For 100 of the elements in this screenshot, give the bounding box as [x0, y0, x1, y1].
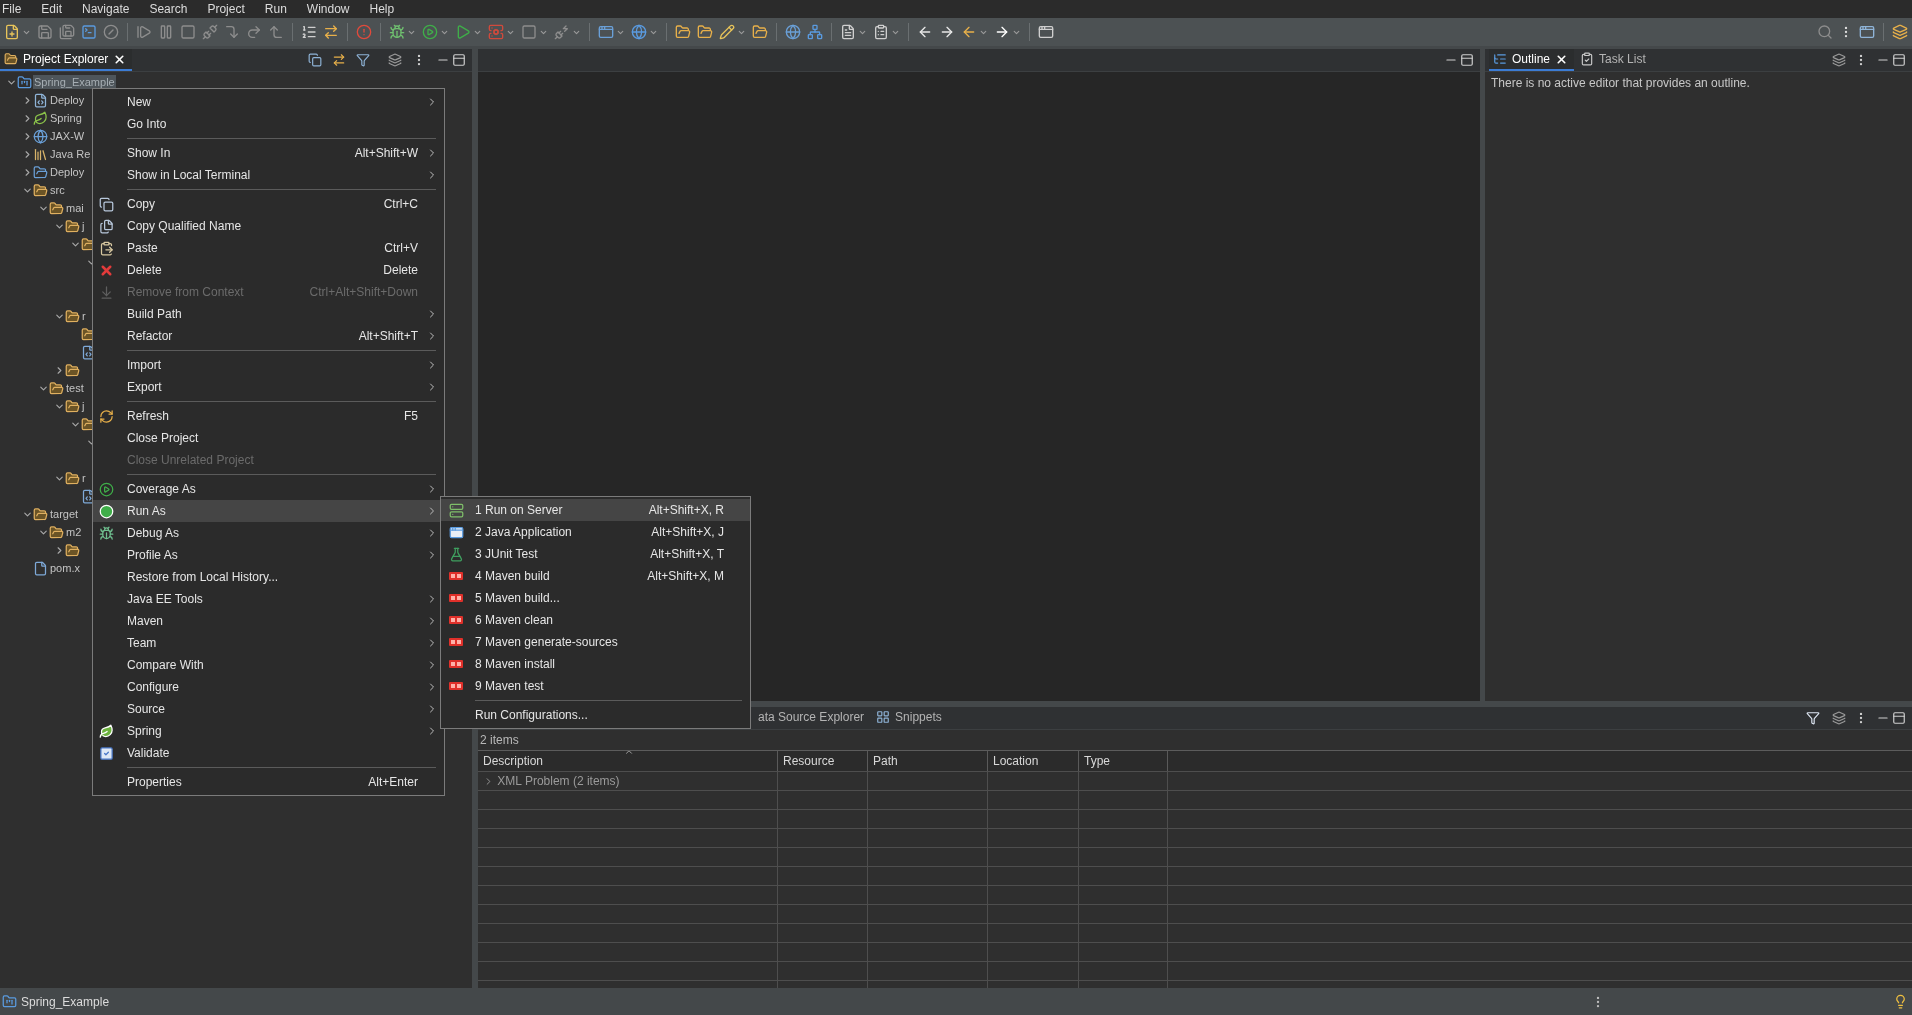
column-header[interactable]: Resource: [778, 751, 868, 771]
tree-item[interactable]: JAX-W: [49, 129, 86, 143]
save-icon[interactable]: [37, 24, 53, 40]
tree-item[interactable]: j: [81, 219, 86, 233]
menu-item[interactable]: 2 Java Application Alt+Shift+X, J: [441, 521, 750, 543]
collapse-all-icon[interactable]: [308, 53, 322, 67]
menu-item[interactable]: Refactor Alt+Shift+T: [93, 325, 444, 347]
menu-item[interactable]: Compare With: [93, 654, 444, 676]
skip-breakpoints-icon[interactable]: [103, 24, 119, 40]
tree-item[interactable]: target: [49, 507, 80, 521]
new-window-icon[interactable]: [598, 24, 614, 40]
folder-open-icon[interactable]: [675, 24, 691, 40]
menu-item[interactable]: Build Path: [93, 303, 444, 325]
play-icon[interactable]: [455, 24, 471, 40]
window-icon[interactable]: [1859, 24, 1875, 40]
step-into-icon[interactable]: [224, 24, 240, 40]
view-tab[interactable]: ata Source Explorer: [754, 707, 871, 729]
resume-icon[interactable]: [136, 24, 152, 40]
maximize-icon[interactable]: [1460, 53, 1474, 67]
layers-icon[interactable]: [1892, 24, 1908, 40]
menu-bar-item[interactable]: Search: [149, 2, 188, 16]
globe-icon[interactable]: [785, 24, 801, 40]
menu-item[interactable]: Java EE Tools: [93, 588, 444, 610]
menu-item[interactable]: Maven: [93, 610, 444, 632]
list-icon[interactable]: [301, 24, 317, 40]
swap-arrows-icon[interactable]: [323, 24, 339, 40]
filter-icon[interactable]: [356, 53, 370, 67]
column-header[interactable]: Type: [1079, 751, 1168, 771]
menu-bar-item[interactable]: Edit: [41, 2, 63, 16]
menu-item[interactable]: 9 Maven test: [441, 675, 750, 697]
menu-item[interactable]: Import: [93, 354, 444, 376]
menu-item[interactable]: Show In Alt+Shift+W: [93, 142, 444, 164]
view-menu-icon[interactable]: [1832, 711, 1846, 725]
view-tab[interactable]: Outline: [1489, 49, 1575, 71]
tree-item[interactable]: mai: [65, 201, 85, 215]
view-tab[interactable]: Snippets: [872, 707, 948, 729]
view-menu-icon[interactable]: [388, 53, 402, 67]
window-icon[interactable]: [1038, 24, 1054, 40]
menu-item[interactable]: Restore from Local History...: [93, 566, 444, 588]
new-file-icon[interactable]: [4, 24, 20, 40]
menu-item[interactable]: Go Into: [93, 113, 444, 135]
search-icon[interactable]: [1817, 24, 1833, 40]
pencil-icon[interactable]: [719, 24, 735, 40]
menu-item[interactable]: 6 Maven clean: [441, 609, 750, 631]
globe-icon[interactable]: [631, 24, 647, 40]
maximize-icon[interactable]: [1892, 711, 1906, 725]
menu-item[interactable]: Export: [93, 376, 444, 398]
menu-item[interactable]: 8 Maven install: [441, 653, 750, 675]
menu-bar-item[interactable]: File: [2, 2, 22, 16]
tree-item[interactable]: r: [81, 471, 87, 485]
terminal-icon[interactable]: [81, 24, 97, 40]
tree-item[interactable]: Java Re: [49, 147, 92, 161]
tree-item[interactable]: Spring: [49, 111, 83, 125]
menu-item[interactable]: Validate: [93, 742, 444, 764]
menu-item[interactable]: Run Configurations...: [441, 704, 750, 726]
menu-bar-item[interactable]: Navigate: [82, 2, 130, 16]
folder-open-icon[interactable]: [697, 24, 713, 40]
disconnect-icon[interactable]: [202, 24, 218, 40]
menu-item[interactable]: Copy Ctrl+C: [93, 193, 444, 215]
tree-item[interactable]: m2: [65, 525, 83, 539]
menu-item[interactable]: Team: [93, 632, 444, 654]
menu-bar-item[interactable]: Run: [264, 2, 287, 16]
plug-icon[interactable]: [554, 24, 570, 40]
tree-item[interactable]: Deploy: [49, 93, 86, 107]
network-icon[interactable]: [807, 24, 823, 40]
tree-item[interactable]: pom.x: [49, 561, 81, 575]
menu-item[interactable]: 4 Maven build Alt+Shift+X, M: [441, 565, 750, 587]
menu-item[interactable]: 3 JUnit Test Alt+Shift+X, T: [441, 543, 750, 565]
view-menu-icon[interactable]: [1832, 53, 1846, 67]
menu-item[interactable]: Paste Ctrl+V: [93, 237, 444, 259]
bug-icon[interactable]: [389, 24, 405, 40]
menu-bar-item[interactable]: Help: [369, 2, 395, 16]
run-icon[interactable]: [422, 24, 438, 40]
document-icon[interactable]: [840, 24, 856, 40]
menu-item[interactable]: 1 Run on Server Alt+Shift+X, R: [441, 499, 750, 521]
maximize-icon[interactable]: [452, 53, 466, 67]
view-tab[interactable]: Task List: [1576, 49, 1652, 71]
tree-item[interactable]: r: [81, 309, 87, 323]
menu-item[interactable]: New: [93, 91, 444, 113]
lightbulb-icon[interactable]: [1893, 994, 1908, 1009]
menu-item[interactable]: Show in Local Terminal: [93, 164, 444, 186]
step-over-icon[interactable]: [246, 24, 262, 40]
menu-item[interactable]: 7 Maven generate-sources: [441, 631, 750, 653]
menu-item[interactable]: Debug As: [93, 522, 444, 544]
maximize-icon[interactable]: [1892, 53, 1906, 67]
folder-open-icon[interactable]: [752, 24, 768, 40]
menu-item[interactable]: Coverage As: [93, 478, 444, 500]
menu-item[interactable]: Configure: [93, 676, 444, 698]
pause-icon[interactable]: [158, 24, 174, 40]
menu-item[interactable]: Source: [93, 698, 444, 720]
tree-item[interactable]: src: [49, 183, 66, 197]
view-tab[interactable]: Project Explorer: [0, 49, 133, 71]
menu-bar-item[interactable]: Window: [306, 2, 350, 16]
menu-item[interactable]: Copy Qualified Name: [93, 215, 444, 237]
menu-item[interactable]: Delete Delete: [93, 259, 444, 281]
column-header[interactable]: Path: [868, 751, 988, 771]
tree-item[interactable]: Deploy: [49, 165, 86, 179]
menu-item[interactable]: Profile As: [93, 544, 444, 566]
menu-item[interactable]: Refresh F5: [93, 405, 444, 427]
column-header[interactable]: Description: [478, 751, 778, 771]
